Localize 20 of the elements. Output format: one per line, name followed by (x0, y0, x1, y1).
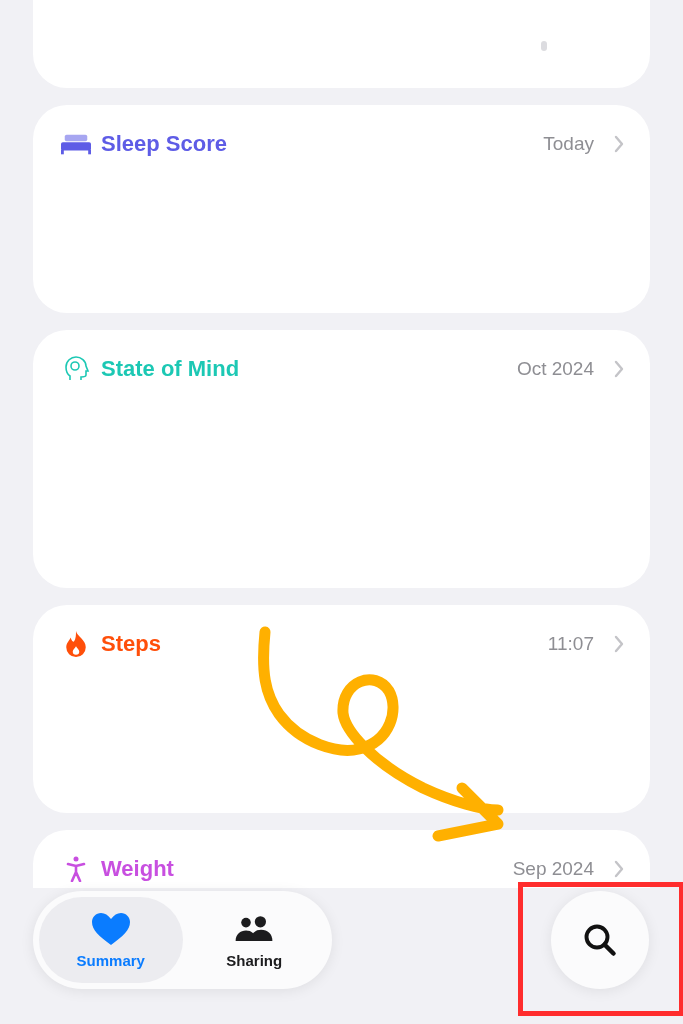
card-date: Today (543, 133, 594, 155)
card-date: 11:07 (547, 633, 594, 655)
health-card[interactable]: Sleep Score Today (33, 105, 650, 313)
heart-icon (90, 911, 131, 946)
chevron-icon (614, 360, 624, 378)
card-title: Steps (101, 631, 162, 657)
card-date: Oct 2024 (516, 358, 594, 380)
chevron-icon (614, 135, 624, 153)
card-title: State of Mind (101, 356, 241, 382)
chevron-icon (614, 860, 624, 878)
chevron-icon (614, 635, 624, 653)
health-card[interactable]: State of Mind Oct 2024 (33, 330, 650, 588)
health-card[interactable]: Steps 11:07 (33, 605, 650, 813)
tab[interactable]: Summary (39, 897, 183, 983)
card-title: Sleep Score (101, 131, 228, 157)
health-card[interactable]: Weight Sep 2024 (33, 830, 650, 888)
card-date: Sep 2024 (512, 858, 594, 880)
tab[interactable]: Sharing (182, 897, 326, 983)
search-icon (582, 922, 618, 958)
card-title: Weight (101, 856, 175, 882)
